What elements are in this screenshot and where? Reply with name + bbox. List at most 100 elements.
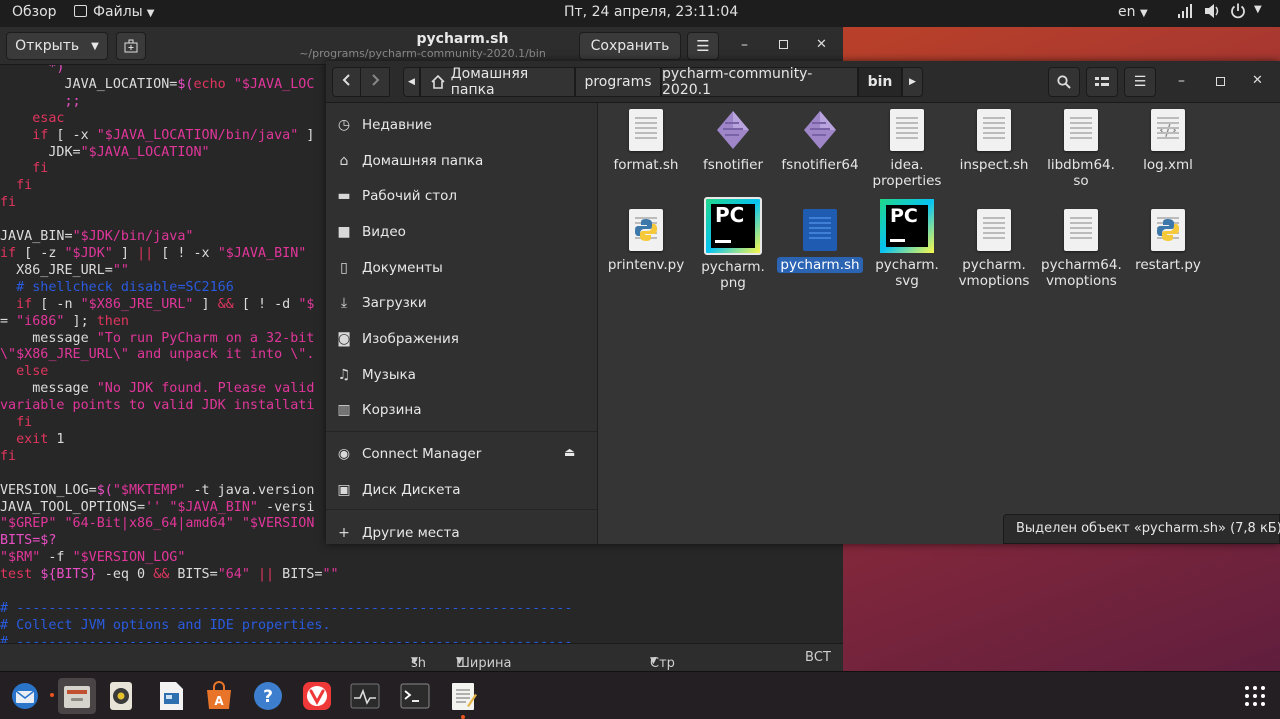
python-file-icon [1151, 209, 1185, 251]
video-icon: ■ [337, 224, 351, 240]
selection-status: Выделен объект «pycharm.sh» (7,8 кБ) [1003, 514, 1280, 544]
path-segment-programs[interactable]: programs [575, 67, 661, 97]
path-segment-label: programs [584, 74, 652, 90]
sidebar-item-documents[interactable]: ▯ Документы [326, 253, 598, 283]
files-window: ◀ Домашняя папка programs pycharm-commun… [326, 61, 1280, 544]
close-icon[interactable]: ✕ [1252, 73, 1263, 88]
sidebar-item-other-locations[interactable]: + Другие места [326, 518, 598, 548]
vivaldi-icon[interactable] [298, 678, 336, 714]
file-item[interactable]: printenv.py [603, 209, 689, 273]
home-icon [431, 75, 445, 89]
path-segment-label: bin [867, 74, 893, 90]
chevron-down-icon: ▼ [146, 8, 155, 19]
file-name: inspect.sh [959, 157, 1029, 173]
file-item[interactable]: fsnotifier64 [777, 109, 863, 173]
file-item[interactable]: PC pycharm. svg [864, 199, 950, 289]
sidebar-item-pictures[interactable]: ◙ Изображения [326, 324, 598, 354]
system-menu-chevron-icon[interactable]: ▼ [1254, 4, 1262, 15]
view-toggle-button[interactable] [1086, 67, 1118, 97]
camera-icon: ◙ [337, 331, 351, 347]
sidebar-item-label: Домашняя папка [362, 153, 484, 169]
forward-button[interactable] [361, 68, 389, 96]
libreoffice-impress-icon[interactable] [152, 678, 190, 714]
sidebar-item-connect-manager[interactable]: ◉ Connect Manager ⏏ [326, 439, 598, 469]
minimize-icon[interactable]: – [741, 37, 748, 53]
menu-button[interactable]: ☰ [687, 32, 719, 60]
path-segment-home[interactable]: Домашняя папка [420, 66, 575, 98]
path-segment-bin[interactable]: bin [858, 67, 902, 97]
places-sidebar: ◷ Недавние ⌂ Домашняя папка ▬ Рабочий стол … [326, 103, 598, 544]
chevron-down-icon: ▼ [411, 656, 418, 666]
file-item[interactable]: pycharm. vmoptions [951, 209, 1037, 289]
sidebar-item-label: Загрузки [362, 295, 427, 311]
plus-icon: + [338, 525, 350, 541]
show-applications-icon[interactable] [1236, 678, 1274, 714]
sidebar-item-music[interactable]: ♫ Музыка [326, 360, 598, 390]
menu-button[interactable]: ☰ [1124, 67, 1156, 97]
file-name: log.xml [1143, 157, 1193, 173]
file-item[interactable]: inspect.sh [951, 109, 1037, 173]
folder-icon: ▬ [337, 188, 351, 204]
language-label: en [1118, 4, 1136, 20]
file-name: pycharm64. vmoptions [1041, 257, 1122, 289]
search-button[interactable] [1048, 67, 1080, 97]
system-monitor-icon[interactable] [346, 678, 384, 714]
download-icon: ⤓ [340, 295, 348, 311]
file-item[interactable]: idea. properties [864, 109, 950, 189]
files-icon[interactable] [50, 678, 96, 714]
sidebar-item-trash[interactable]: ▥ Корзина [326, 395, 598, 425]
shell-script-icon [803, 209, 837, 251]
binary-file-icon [804, 111, 836, 149]
path-scroll-right[interactable]: ▶ [902, 67, 923, 97]
file-item[interactable]: ‹/› log.xml [1125, 109, 1211, 173]
svg-text:A: A [214, 694, 224, 708]
network-icon[interactable] [1178, 3, 1192, 23]
active-indicator [461, 715, 465, 719]
volume-icon[interactable] [1204, 3, 1220, 23]
terminal-icon[interactable] [396, 678, 434, 714]
app-menu[interactable]: Файлы ▼ [74, 4, 154, 20]
file-name: pycharm. vmoptions [958, 257, 1030, 289]
software-center-icon[interactable]: A [200, 678, 238, 714]
sidebar-item-label: Изображения [362, 331, 459, 347]
sidebar-item-recent[interactable]: ◷ Недавние [326, 110, 598, 140]
sidebar-item-home[interactable]: ⌂ Домашняя папка [326, 146, 598, 176]
help-icon[interactable]: ? [249, 678, 287, 714]
path-scroll-left[interactable]: ◀ [403, 67, 420, 97]
document-icon: ▯ [340, 260, 348, 276]
chevron-down-icon: ▼ [650, 656, 657, 666]
file-item[interactable]: pycharm64. vmoptions [1038, 209, 1124, 289]
text-editor-icon[interactable] [444, 678, 482, 719]
back-button[interactable] [333, 68, 362, 96]
file-name: idea. properties [872, 157, 942, 189]
maximize-icon[interactable] [1216, 77, 1225, 86]
file-item[interactable]: restart.py [1125, 209, 1211, 273]
file-item[interactable]: fsnotifier [690, 109, 776, 173]
save-button[interactable]: Сохранить [579, 32, 681, 60]
search-icon [1057, 75, 1071, 89]
file-item[interactable]: pycharm.sh [777, 209, 863, 273]
insert-mode: ВСТ [805, 650, 831, 665]
thunderbird-icon[interactable] [6, 678, 44, 714]
language-indicator[interactable]: en ▼ [1118, 4, 1148, 20]
activities-button[interactable]: Обзор [12, 4, 57, 20]
file-item[interactable]: libdbm64. so [1038, 109, 1124, 189]
maximize-icon[interactable] [779, 40, 788, 49]
close-icon[interactable]: ✕ [816, 37, 827, 52]
rhythmbox-icon[interactable] [102, 678, 140, 714]
eject-icon[interactable]: ⏏ [564, 445, 575, 459]
clock[interactable]: Пт, 24 апреля, 23:11:04 [564, 4, 738, 20]
file-item[interactable]: format.sh [603, 109, 689, 173]
sidebar-item-desktop[interactable]: ▬ Рабочий стол [326, 181, 598, 211]
files-header-bar: ◀ Домашняя папка programs pycharm-commun… [326, 61, 1280, 103]
files-app-icon [74, 5, 87, 17]
music-icon: ♫ [337, 367, 351, 383]
sidebar-item-label: Видео [362, 224, 406, 240]
sidebar-item-videos[interactable]: ■ Видео [326, 217, 598, 247]
power-icon[interactable] [1230, 3, 1246, 23]
minimize-icon[interactable]: – [1178, 73, 1185, 89]
path-segment-pycharm[interactable]: pycharm-community-2020.1 [661, 66, 858, 98]
sidebar-item-floppy[interactable]: ▣ Диск Дискета [326, 475, 598, 505]
file-item[interactable]: PC pycharm. png [690, 197, 776, 291]
sidebar-item-downloads[interactable]: ⤓ Загрузки [326, 288, 598, 318]
